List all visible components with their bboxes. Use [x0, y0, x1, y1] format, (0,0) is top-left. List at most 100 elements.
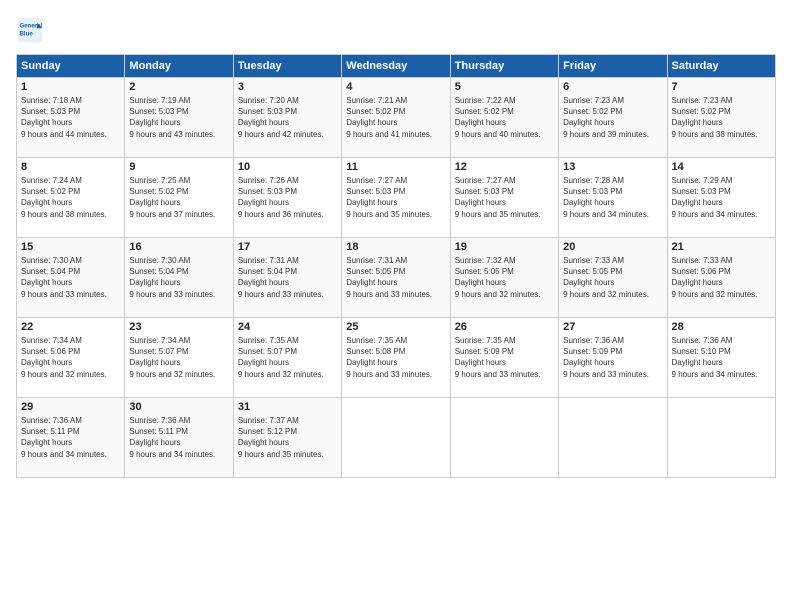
cell-info: Sunrise: 7:31 AMSunset: 5:05 PMDaylight … [346, 256, 432, 299]
cell-info: Sunrise: 7:34 AMSunset: 5:07 PMDaylight … [129, 336, 215, 379]
cell-info: Sunrise: 7:36 AMSunset: 5:10 PMDaylight … [672, 336, 758, 379]
calendar-cell: 4 Sunrise: 7:21 AMSunset: 5:02 PMDayligh… [342, 78, 450, 158]
cell-info: Sunrise: 7:23 AMSunset: 5:02 PMDaylight … [563, 96, 649, 139]
cell-info: Sunrise: 7:36 AMSunset: 5:11 PMDaylight … [21, 416, 107, 459]
cell-info: Sunrise: 7:20 AMSunset: 5:03 PMDaylight … [238, 96, 324, 139]
cell-info: Sunrise: 7:24 AMSunset: 5:02 PMDaylight … [21, 176, 107, 219]
day-number: 10 [238, 161, 337, 173]
calendar-cell: 19 Sunrise: 7:32 AMSunset: 5:05 PMDaylig… [450, 238, 558, 318]
cell-info: Sunrise: 7:25 AMSunset: 5:02 PMDaylight … [129, 176, 215, 219]
day-number: 25 [346, 321, 445, 333]
cell-info: Sunrise: 7:35 AMSunset: 5:08 PMDaylight … [346, 336, 432, 379]
day-number: 24 [238, 321, 337, 333]
cell-info: Sunrise: 7:26 AMSunset: 5:03 PMDaylight … [238, 176, 324, 219]
svg-text:Blue: Blue [20, 30, 34, 37]
calendar-body: 1 Sunrise: 7:18 AMSunset: 5:03 PMDayligh… [17, 78, 776, 478]
cell-info: Sunrise: 7:28 AMSunset: 5:03 PMDaylight … [563, 176, 649, 219]
day-number: 28 [672, 321, 771, 333]
col-header-wednesday: Wednesday [342, 55, 450, 78]
day-number: 16 [129, 241, 228, 253]
cell-info: Sunrise: 7:35 AMSunset: 5:09 PMDaylight … [455, 336, 541, 379]
cell-info: Sunrise: 7:22 AMSunset: 5:02 PMDaylight … [455, 96, 541, 139]
day-number: 23 [129, 321, 228, 333]
cell-info: Sunrise: 7:19 AMSunset: 5:03 PMDaylight … [129, 96, 215, 139]
calendar-cell: 26 Sunrise: 7:35 AMSunset: 5:09 PMDaylig… [450, 318, 558, 398]
cell-info: Sunrise: 7:27 AMSunset: 5:03 PMDaylight … [346, 176, 432, 219]
day-number: 21 [672, 241, 771, 253]
page-container: General Blue SundayMondayTuesdayWednesda… [0, 0, 792, 488]
calendar-cell [450, 398, 558, 478]
logo-icon: General Blue [16, 16, 44, 44]
cell-info: Sunrise: 7:37 AMSunset: 5:12 PMDaylight … [238, 416, 324, 459]
calendar-cell: 11 Sunrise: 7:27 AMSunset: 5:03 PMDaylig… [342, 158, 450, 238]
calendar-cell: 1 Sunrise: 7:18 AMSunset: 5:03 PMDayligh… [17, 78, 125, 158]
cell-info: Sunrise: 7:36 AMSunset: 5:11 PMDaylight … [129, 416, 215, 459]
day-number: 27 [563, 321, 662, 333]
calendar-cell: 29 Sunrise: 7:36 AMSunset: 5:11 PMDaylig… [17, 398, 125, 478]
calendar-cell: 27 Sunrise: 7:36 AMSunset: 5:09 PMDaylig… [559, 318, 667, 398]
day-number: 20 [563, 241, 662, 253]
calendar-cell: 3 Sunrise: 7:20 AMSunset: 5:03 PMDayligh… [233, 78, 341, 158]
calendar-table: SundayMondayTuesdayWednesdayThursdayFrid… [16, 54, 776, 478]
day-number: 19 [455, 241, 554, 253]
calendar-cell: 20 Sunrise: 7:33 AMSunset: 5:05 PMDaylig… [559, 238, 667, 318]
day-number: 1 [21, 81, 120, 93]
logo: General Blue [16, 16, 44, 44]
calendar-cell: 25 Sunrise: 7:35 AMSunset: 5:08 PMDaylig… [342, 318, 450, 398]
calendar-cell: 30 Sunrise: 7:36 AMSunset: 5:11 PMDaylig… [125, 398, 233, 478]
cell-info: Sunrise: 7:32 AMSunset: 5:05 PMDaylight … [455, 256, 541, 299]
col-header-friday: Friday [559, 55, 667, 78]
calendar-cell: 2 Sunrise: 7:19 AMSunset: 5:03 PMDayligh… [125, 78, 233, 158]
cell-info: Sunrise: 7:31 AMSunset: 5:04 PMDaylight … [238, 256, 324, 299]
cell-info: Sunrise: 7:33 AMSunset: 5:06 PMDaylight … [672, 256, 758, 299]
cell-info: Sunrise: 7:35 AMSunset: 5:07 PMDaylight … [238, 336, 324, 379]
col-header-monday: Monday [125, 55, 233, 78]
calendar-cell: 28 Sunrise: 7:36 AMSunset: 5:10 PMDaylig… [667, 318, 775, 398]
day-number: 9 [129, 161, 228, 173]
cell-info: Sunrise: 7:23 AMSunset: 5:02 PMDaylight … [672, 96, 758, 139]
cell-info: Sunrise: 7:36 AMSunset: 5:09 PMDaylight … [563, 336, 649, 379]
calendar-cell: 8 Sunrise: 7:24 AMSunset: 5:02 PMDayligh… [17, 158, 125, 238]
day-number: 13 [563, 161, 662, 173]
day-number: 6 [563, 81, 662, 93]
calendar-week-row: 15 Sunrise: 7:30 AMSunset: 5:04 PMDaylig… [17, 238, 776, 318]
calendar-cell [667, 398, 775, 478]
col-header-sunday: Sunday [17, 55, 125, 78]
day-number: 3 [238, 81, 337, 93]
day-number: 4 [346, 81, 445, 93]
col-header-tuesday: Tuesday [233, 55, 341, 78]
calendar-cell: 22 Sunrise: 7:34 AMSunset: 5:06 PMDaylig… [17, 318, 125, 398]
cell-info: Sunrise: 7:18 AMSunset: 5:03 PMDaylight … [21, 96, 107, 139]
calendar-cell: 18 Sunrise: 7:31 AMSunset: 5:05 PMDaylig… [342, 238, 450, 318]
day-number: 11 [346, 161, 445, 173]
cell-info: Sunrise: 7:29 AMSunset: 5:03 PMDaylight … [672, 176, 758, 219]
calendar-cell: 31 Sunrise: 7:37 AMSunset: 5:12 PMDaylig… [233, 398, 341, 478]
cell-info: Sunrise: 7:21 AMSunset: 5:02 PMDaylight … [346, 96, 432, 139]
header: General Blue [16, 16, 776, 44]
day-number: 15 [21, 241, 120, 253]
day-number: 7 [672, 81, 771, 93]
calendar-week-row: 22 Sunrise: 7:34 AMSunset: 5:06 PMDaylig… [17, 318, 776, 398]
day-number: 14 [672, 161, 771, 173]
calendar-cell: 5 Sunrise: 7:22 AMSunset: 5:02 PMDayligh… [450, 78, 558, 158]
day-number: 26 [455, 321, 554, 333]
day-number: 8 [21, 161, 120, 173]
calendar-week-row: 1 Sunrise: 7:18 AMSunset: 5:03 PMDayligh… [17, 78, 776, 158]
day-number: 17 [238, 241, 337, 253]
day-number: 18 [346, 241, 445, 253]
calendar-cell: 9 Sunrise: 7:25 AMSunset: 5:02 PMDayligh… [125, 158, 233, 238]
day-number: 29 [21, 401, 120, 413]
calendar-cell: 16 Sunrise: 7:30 AMSunset: 5:04 PMDaylig… [125, 238, 233, 318]
calendar-header-row: SundayMondayTuesdayWednesdayThursdayFrid… [17, 55, 776, 78]
day-number: 12 [455, 161, 554, 173]
cell-info: Sunrise: 7:33 AMSunset: 5:05 PMDaylight … [563, 256, 649, 299]
calendar-cell: 15 Sunrise: 7:30 AMSunset: 5:04 PMDaylig… [17, 238, 125, 318]
calendar-cell: 23 Sunrise: 7:34 AMSunset: 5:07 PMDaylig… [125, 318, 233, 398]
calendar-cell: 21 Sunrise: 7:33 AMSunset: 5:06 PMDaylig… [667, 238, 775, 318]
cell-info: Sunrise: 7:30 AMSunset: 5:04 PMDaylight … [129, 256, 215, 299]
calendar-week-row: 8 Sunrise: 7:24 AMSunset: 5:02 PMDayligh… [17, 158, 776, 238]
cell-info: Sunrise: 7:30 AMSunset: 5:04 PMDaylight … [21, 256, 107, 299]
calendar-cell: 6 Sunrise: 7:23 AMSunset: 5:02 PMDayligh… [559, 78, 667, 158]
calendar-week-row: 29 Sunrise: 7:36 AMSunset: 5:11 PMDaylig… [17, 398, 776, 478]
col-header-thursday: Thursday [450, 55, 558, 78]
